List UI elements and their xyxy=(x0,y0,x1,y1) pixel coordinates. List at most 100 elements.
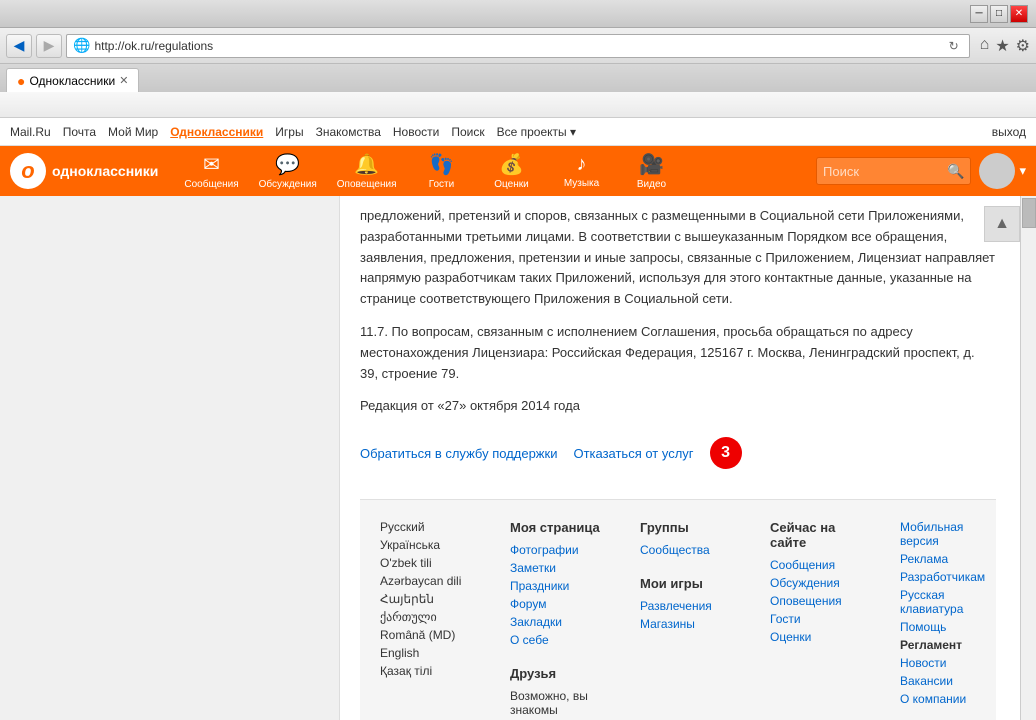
ok-nav-discussions[interactable]: 💬 Обсуждения xyxy=(249,152,327,190)
close-button[interactable]: ✕ xyxy=(1010,5,1028,23)
topnav-znakomstva[interactable]: Знакомства xyxy=(316,125,381,139)
discussions-label: Обсуждения xyxy=(259,179,317,190)
lang-azerbaijani[interactable]: Azərbaycan dili xyxy=(380,574,480,588)
ok-search-box[interactable]: 🔍 xyxy=(816,157,971,185)
lang-uzbek[interactable]: O'zbek tili xyxy=(380,556,480,570)
scrollbar-thumb[interactable] xyxy=(1022,198,1036,228)
ratings-icon: 💰 xyxy=(499,152,524,177)
active-tab[interactable]: ● Одноклассники ✕ xyxy=(6,68,139,92)
ok-logo[interactable]: о одноклассники xyxy=(10,153,158,189)
ok-nav-music[interactable]: ♪ Музыка xyxy=(547,153,617,189)
unsubscribe-link[interactable]: Отказаться от услуг xyxy=(573,446,693,461)
content-scroll-area: ▲ предложений, претензий и споров, связа… xyxy=(340,196,1036,720)
friends-title: Друзья xyxy=(510,666,610,681)
search-icon: 🔍 xyxy=(947,163,964,180)
title-bar: ─ □ ✕ xyxy=(0,0,1036,28)
browser-window: ─ □ ✕ ◀ ▶ 🌐 http://ok.ru/regulations ↻ ⌂… xyxy=(0,0,1036,720)
footer-messages[interactable]: Сообщения xyxy=(770,558,870,572)
lang-romanian[interactable]: Română (MD) xyxy=(380,628,480,642)
ok-nav-video[interactable]: 🎥 Видео xyxy=(617,152,687,190)
content-right: ▲ предложений, претензий и споров, связа… xyxy=(340,196,1036,720)
footer-forum[interactable]: Форум xyxy=(510,597,610,611)
online-title: Сейчас на сайте xyxy=(770,520,870,550)
discussions-icon: 💬 xyxy=(275,152,300,177)
address-bar[interactable]: 🌐 http://ok.ru/regulations ↻ xyxy=(66,34,970,58)
scroll-up-button[interactable]: ▲ xyxy=(984,206,1020,242)
back-button[interactable]: ◀ xyxy=(6,34,32,58)
avatar-dropdown-icon[interactable]: ▾ xyxy=(1019,163,1026,179)
footer-developers[interactable]: Разработчикам xyxy=(900,570,1000,584)
footer-communities[interactable]: Сообщества xyxy=(640,543,740,557)
footer-holidays[interactable]: Праздники xyxy=(510,579,610,593)
footer-entertainment[interactable]: Развлечения xyxy=(640,599,740,613)
footer-col-mypage: Моя страница Фотографии Заметки Праздник… xyxy=(510,520,610,720)
badge-3: 3 xyxy=(710,437,742,469)
search-input[interactable] xyxy=(823,164,943,179)
topnav-odnoklassniki[interactable]: Одноклассники xyxy=(170,125,263,139)
video-icon: 🎥 xyxy=(639,152,664,177)
address-security-icon: 🌐 xyxy=(73,37,90,54)
ratings-label: Оценки xyxy=(494,179,528,190)
mypage-title: Моя страница xyxy=(510,520,610,535)
para3-text: Редакция от «27» октября 2014 года xyxy=(360,396,996,417)
footer-photos[interactable]: Фотографии xyxy=(510,543,610,557)
topnav-exit[interactable]: выход xyxy=(992,125,1026,139)
footer-bookmarks[interactable]: Закладки xyxy=(510,615,610,629)
nav-bar: ◀ ▶ 🌐 http://ok.ru/regulations ↻ ⌂ ★ ⚙ xyxy=(0,28,1036,64)
footer-help[interactable]: Помощь xyxy=(900,620,1000,634)
lang-ukrainian[interactable]: Українська xyxy=(380,538,480,552)
footer-shops[interactable]: Магазины xyxy=(640,617,740,631)
minimize-button[interactable]: ─ xyxy=(970,5,988,23)
topnav-mailru[interactable]: Mail.Ru xyxy=(10,125,51,139)
topnav-novosti[interactable]: Новости xyxy=(393,125,439,139)
footer-ads[interactable]: Реклама xyxy=(900,552,1000,566)
win-buttons: ─ □ ✕ xyxy=(970,5,1028,23)
footer-columns: Русский Українська O'zbek tili Azərbayca… xyxy=(380,520,976,720)
content-paragraph1: предложений, претензий и споров, связанн… xyxy=(360,206,996,310)
ok-nav-messages[interactable]: ✉ Сообщения xyxy=(174,152,248,190)
footer-news[interactable]: Новости xyxy=(900,656,1000,670)
home-icon[interactable]: ⌂ xyxy=(980,36,990,56)
lang-english[interactable]: English xyxy=(380,646,480,660)
tab-favicon: ● xyxy=(17,73,25,89)
footer-col-online: Сейчас на сайте Сообщения Обсуждения Опо… xyxy=(770,520,870,720)
user-avatar[interactable] xyxy=(979,153,1015,189)
footer-ratings[interactable]: Оценки xyxy=(770,630,870,644)
ok-nav-guests[interactable]: 👣 Гости xyxy=(407,152,477,190)
refresh-button[interactable]: ↻ xyxy=(945,39,963,53)
footer-discussions[interactable]: Обсуждения xyxy=(770,576,870,590)
footer-about[interactable]: О себе xyxy=(510,633,610,647)
footer-col-groups: Группы Сообщества Мои игры Развлечения М… xyxy=(640,520,740,720)
lang-russian[interactable]: Русский xyxy=(380,520,480,534)
footer-regulations[interactable]: Регламент xyxy=(900,638,1000,652)
footer-guests[interactable]: Гости xyxy=(770,612,870,626)
footer-col-misc: Мобильная версия Реклама Разработчикам Р… xyxy=(900,520,1000,720)
ok-nav-ratings[interactable]: 💰 Оценки xyxy=(477,152,547,190)
maximize-button[interactable]: □ xyxy=(990,5,1008,23)
lang-kazakh[interactable]: Қазақ тілі xyxy=(380,664,480,678)
settings-icon[interactable]: ⚙ xyxy=(1016,36,1030,56)
guests-label: Гости xyxy=(429,179,454,190)
tab-close-button[interactable]: ✕ xyxy=(119,74,128,87)
ok-nav-notifications[interactable]: 🔔 Оповещения xyxy=(327,152,407,190)
footer-notifications[interactable]: Оповещения xyxy=(770,594,870,608)
footer-mobile[interactable]: Мобильная версия xyxy=(900,520,1000,548)
topnav-pochta[interactable]: Почта xyxy=(63,125,96,139)
footer-vacancies[interactable]: Вакансии xyxy=(900,674,1000,688)
support-link[interactable]: Обратиться в службу поддержки xyxy=(360,446,557,461)
topnav-vse-proekty[interactable]: Все проекты ▾ xyxy=(497,125,576,139)
lang-armenian[interactable]: Հայերեն xyxy=(380,592,480,606)
ok-top-nav: Mail.Ru Почта Мой Мир Одноклассники Игры… xyxy=(0,118,1036,146)
topnav-poisk[interactable]: Поиск xyxy=(451,125,484,139)
topnav-moimir[interactable]: Мой Мир xyxy=(108,125,158,139)
mygames-title: Мои игры xyxy=(640,576,740,591)
lang-georgian[interactable]: ქართული xyxy=(380,610,480,624)
star-icon[interactable]: ★ xyxy=(995,36,1009,56)
topnav-igry[interactable]: Игры xyxy=(275,125,303,139)
footer-keyboard[interactable]: Русская клавиатура xyxy=(900,588,1000,616)
forward-button[interactable]: ▶ xyxy=(36,34,62,58)
scrollbar[interactable] xyxy=(1020,196,1036,720)
footer-company[interactable]: О компании xyxy=(900,692,1000,706)
footer-notes[interactable]: Заметки xyxy=(510,561,610,575)
sidebar xyxy=(0,196,340,720)
